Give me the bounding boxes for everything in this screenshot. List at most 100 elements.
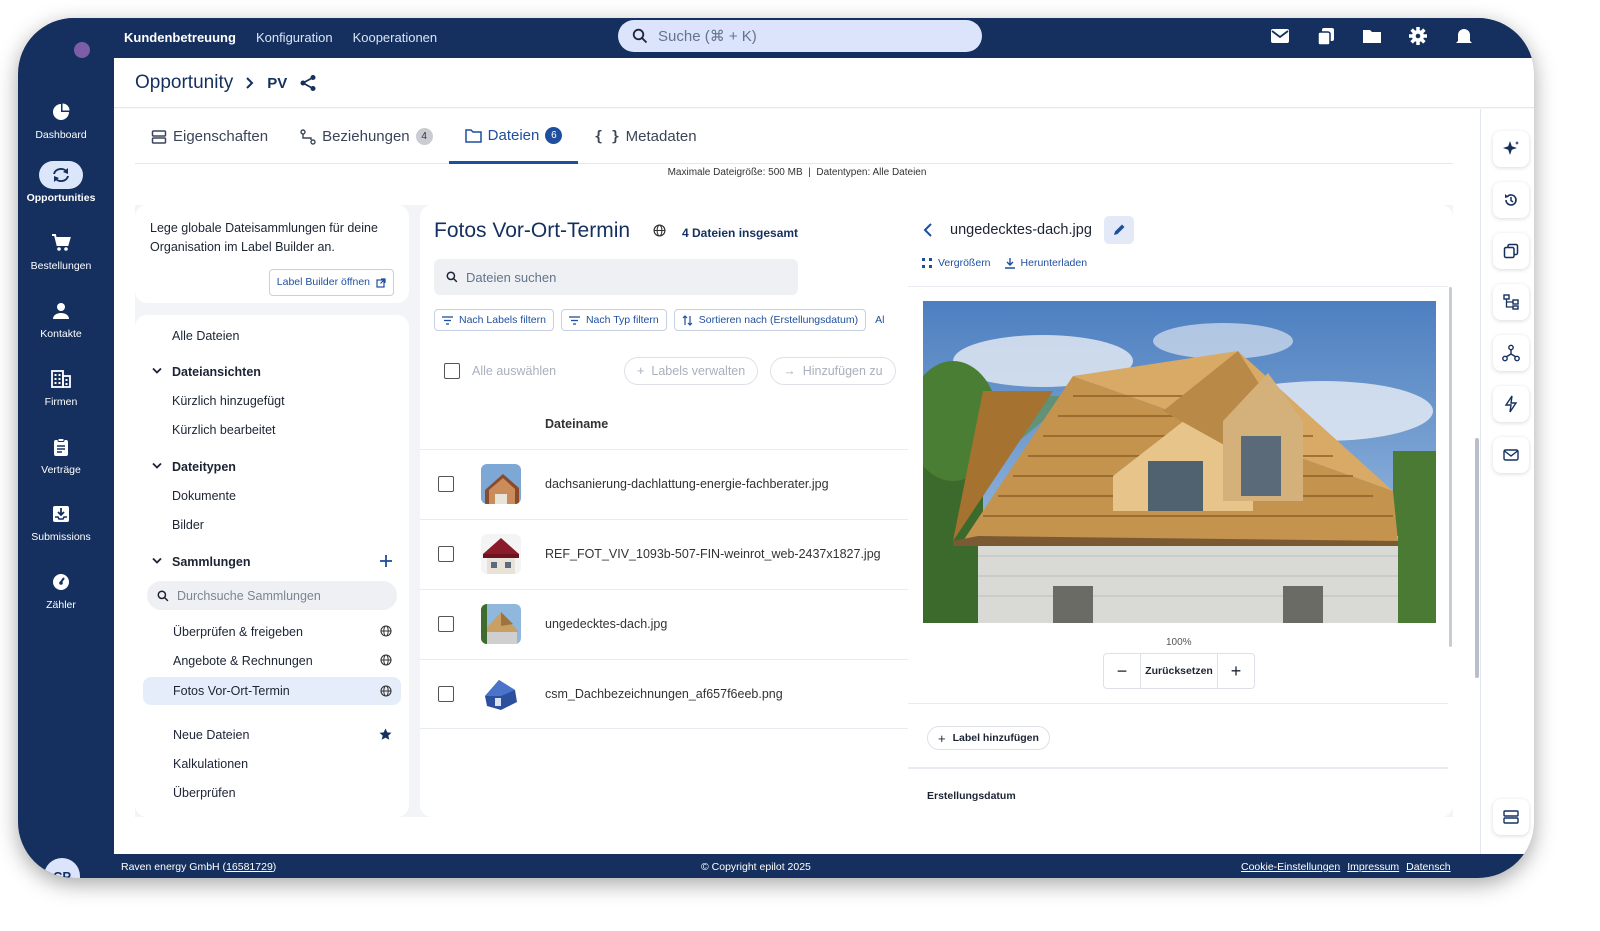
tab-beziehungen[interactable]: Beziehungen 4 — [284, 109, 449, 164]
page-title[interactable]: Opportunity — [135, 72, 233, 94]
collections-search-input[interactable]: Durchsuche Sammlungen — [147, 581, 397, 610]
preview-scrollbar[interactable] — [1449, 287, 1452, 647]
table-row[interactable]: csm_Dachbezeichnungen_af657f6eeb.png — [420, 659, 908, 729]
add-to-button[interactable]: → Hinzufügen zu — [770, 357, 896, 385]
star-icon[interactable] — [379, 728, 392, 741]
filter-type-button[interactable]: Nach Typ filtern — [560, 309, 667, 331]
automation-button[interactable] — [1493, 386, 1529, 422]
filter-labels-button[interactable]: Nach Labels filtern — [434, 309, 554, 331]
tree-item-new-files[interactable]: Neue Dateien — [135, 722, 409, 748]
folder-icon[interactable] — [1362, 26, 1382, 46]
table-row[interactable]: ungedecktes-dach.jpg — [420, 589, 908, 659]
tree-item-calculations[interactable]: Kalkulationen — [135, 751, 409, 777]
mail-icon[interactable] — [1270, 26, 1290, 46]
company-id-link[interactable]: 16581729 — [226, 861, 273, 873]
tab-eigenschaften[interactable]: Eigenschaften — [135, 109, 284, 164]
duplicate-button[interactable] — [1493, 233, 1529, 269]
zoom-in-button[interactable]: + — [1218, 653, 1254, 689]
building-icon — [51, 370, 71, 388]
tree-section-collections[interactable]: Sammlungen — [135, 549, 409, 575]
more-filter-button[interactable]: Al — [873, 309, 891, 331]
inbox-icon — [53, 506, 69, 522]
footer: Raven energy GmbH (16581729) © Copyright… — [114, 854, 1534, 878]
add-label-button[interactable]: + Label hinzufügen — [927, 726, 1050, 750]
open-label-builder-button[interactable]: Label Builder öffnen — [268, 269, 394, 296]
gear-icon[interactable] — [1408, 26, 1428, 46]
plus-icon[interactable] — [380, 555, 392, 567]
sidebar-item-dashboard[interactable]: Dashboard — [18, 98, 104, 141]
tree-label: Sammlungen — [172, 555, 251, 569]
manage-labels-button[interactable]: + Labels verwalten — [624, 357, 759, 385]
preview-image[interactable] — [908, 301, 1436, 623]
ai-assistant-button[interactable] — [1493, 131, 1529, 167]
sidebar-item-zaehler[interactable]: Zähler — [18, 568, 104, 611]
file-name: ungedecktes-dach.jpg — [545, 617, 668, 631]
tree-item-recently-added[interactable]: Kürzlich hinzugefügt — [135, 388, 409, 414]
logo[interactable] — [74, 42, 90, 58]
download-button[interactable]: Herunterladen — [1004, 257, 1087, 269]
sidebar-item-bestellungen[interactable]: Bestellungen — [18, 229, 104, 272]
sidebar-item-kontakte[interactable]: Kontakte — [18, 297, 104, 340]
tab-dateien[interactable]: Dateien 6 — [448, 109, 579, 164]
tree-item-collection[interactable]: Überprüfen & freigeben — [135, 619, 409, 645]
tree-label: Fotos Vor-Ort-Termin — [173, 684, 290, 698]
file-search-input[interactable]: Dateien suchen — [434, 259, 798, 295]
hierarchy-icon — [1503, 294, 1519, 310]
avatar[interactable]: CP — [44, 858, 80, 878]
mail-icon — [1503, 449, 1519, 461]
main-scrollbar[interactable] — [1475, 438, 1479, 678]
sidebar-item-opportunities[interactable]: Opportunities — [18, 161, 104, 204]
workflow-button[interactable] — [1493, 284, 1529, 320]
row-checkbox[interactable] — [438, 546, 454, 562]
column-header-filename[interactable]: Dateiname — [545, 417, 608, 431]
sidebar-item-submissions[interactable]: Submissions — [18, 500, 104, 543]
row-checkbox[interactable] — [438, 616, 454, 632]
tab-metadaten[interactable]: { } Metadaten — [578, 109, 712, 164]
privacy-link[interactable]: Datensch — [1406, 861, 1450, 873]
row-checkbox[interactable] — [438, 476, 454, 492]
table-row[interactable]: dachsanierung-dachlattung-energie-fachbe… — [420, 449, 908, 519]
sidebar-item-vertraege[interactable]: Verträge — [18, 433, 104, 476]
sort-button[interactable]: Sortieren nach (Erstellungsdatum) — [673, 309, 867, 331]
enlarge-button[interactable]: Vergrößern — [922, 257, 991, 269]
global-search-input[interactable]: Suche (⌘ + K) — [618, 20, 982, 52]
tree-item-documents[interactable]: Dokumente — [135, 483, 409, 509]
top-nav-konfiguration[interactable]: Konfiguration — [256, 30, 333, 45]
tree-item-all-files[interactable]: Alle Dateien — [135, 323, 409, 349]
history-button[interactable] — [1493, 182, 1529, 218]
tree-section-views[interactable]: Dateiansichten — [135, 359, 409, 385]
reset-zoom-button[interactable]: Zurücksetzen — [1140, 653, 1218, 689]
imprint-link[interactable]: Impressum — [1347, 861, 1399, 873]
sidebar-item-firmen[interactable]: Firmen — [18, 365, 104, 408]
file-thumbnail — [481, 604, 521, 644]
globe-icon — [380, 654, 392, 666]
list-view-button[interactable] — [1493, 799, 1529, 835]
tree-item-recently-edited[interactable]: Kürzlich bearbeitet — [135, 417, 409, 443]
tree-label: Kürzlich bearbeitet — [172, 423, 276, 437]
top-nav-kooperationen[interactable]: Kooperationen — [353, 30, 438, 45]
row-checkbox[interactable] — [438, 686, 454, 702]
chevron-left-icon[interactable] — [923, 223, 933, 237]
email-button[interactable] — [1493, 437, 1529, 473]
chevron-down-icon — [152, 462, 162, 469]
relations-graph-button[interactable] — [1493, 335, 1529, 371]
edit-button[interactable] — [1104, 216, 1134, 244]
tree-item-images[interactable]: Bilder — [135, 512, 409, 538]
tree-item-collection-selected[interactable]: Fotos Vor-Ort-Termin — [143, 677, 401, 705]
zoom-out-button[interactable]: − — [1104, 653, 1140, 689]
cookie-settings-link[interactable]: Cookie-Einstellungen — [1241, 861, 1340, 873]
search-icon — [632, 28, 648, 44]
tree-item-collection[interactable]: Angebote & Rechnungen — [135, 648, 409, 674]
top-nav-kundenbetreuung[interactable]: Kundenbetreuung — [124, 30, 236, 45]
tree-section-types[interactable]: Dateitypen — [135, 454, 409, 480]
copy-icon[interactable] — [1316, 26, 1336, 46]
bell-icon[interactable] — [1454, 26, 1474, 46]
select-all-checkbox[interactable] — [444, 363, 460, 379]
right-rail — [1480, 109, 1534, 854]
tree-label: Überprüfen & freigeben — [173, 625, 303, 639]
table-row[interactable]: REF_FOT_VIV_1093b-507-FIN-weinrot_web-24… — [420, 519, 908, 589]
share-icon[interactable] — [299, 74, 317, 92]
search-placeholder: Durchsuche Sammlungen — [177, 588, 321, 603]
tree-item-review[interactable]: Überprüfen — [135, 780, 409, 806]
bulk-actions: Alle auswählen + Labels verwalten → Hinz… — [444, 357, 896, 385]
